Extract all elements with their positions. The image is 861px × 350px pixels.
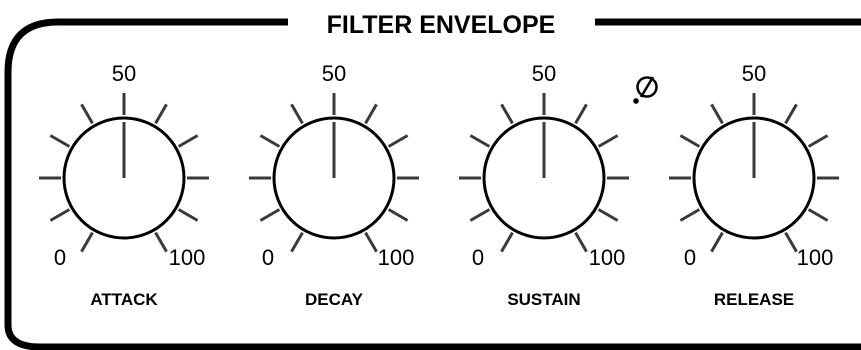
sustain-scale-tick xyxy=(597,134,619,148)
release-scale-tick xyxy=(679,134,701,148)
decay-scale-min: 0 xyxy=(262,245,274,270)
decay-scale-tick xyxy=(290,103,304,125)
attack-scale-tick xyxy=(154,103,168,125)
sustain-scale-mid: 50 xyxy=(532,61,556,86)
knob-sustain: 0 50 100 SUSTAIN xyxy=(459,61,629,309)
decay-scale-mid: 50 xyxy=(322,61,346,86)
attack-scale-tick xyxy=(49,134,71,148)
attack-scale-tick xyxy=(154,231,168,253)
attack-scale-tick xyxy=(80,231,94,253)
attack-scale-tick xyxy=(80,103,94,125)
release-scale-tick xyxy=(807,208,829,222)
release-scale-tick xyxy=(679,208,701,222)
knob-attack: 0 50 100 ATTACK xyxy=(39,61,209,309)
sustain-label: SUSTAIN xyxy=(507,290,580,309)
decay-label: DECAY xyxy=(305,290,364,309)
release-scale-tick xyxy=(784,103,798,125)
filter-envelope-panel: FILTER ENVELOPE 0 50 100 ATTACK 0 50 100… xyxy=(4,11,861,350)
attack-scale-max: 100 xyxy=(169,245,206,270)
release-scale-tick xyxy=(784,231,798,253)
sustain-scale-tick xyxy=(500,231,514,253)
decay-scale-max: 100 xyxy=(378,245,415,270)
attack-scale-min: 0 xyxy=(54,245,66,270)
trimmer-screw-icon[interactable] xyxy=(633,76,658,104)
knob-decay: 0 50 100 DECAY xyxy=(249,61,419,309)
release-scale-tick xyxy=(710,103,724,125)
release-scale-max: 100 xyxy=(797,245,834,270)
release-label: RELEASE xyxy=(714,290,794,309)
release-scale-min: 0 xyxy=(684,245,696,270)
decay-scale-tick xyxy=(259,208,281,222)
sustain-scale-min: 0 xyxy=(472,245,484,270)
sustain-scale-tick xyxy=(597,208,619,222)
sustain-scale-tick xyxy=(500,103,514,125)
knob-release: 0 50 100 RELEASE xyxy=(669,61,839,309)
release-scale-mid: 50 xyxy=(742,61,766,86)
attack-scale-tick xyxy=(49,208,71,222)
decay-scale-tick xyxy=(290,231,304,253)
sustain-scale-tick xyxy=(469,134,491,148)
sustain-scale-max: 100 xyxy=(589,245,626,270)
sustain-scale-tick xyxy=(469,208,491,222)
attack-scale-tick xyxy=(177,208,199,222)
attack-scale-tick xyxy=(177,134,199,148)
sustain-scale-tick xyxy=(574,103,588,125)
decay-scale-tick xyxy=(364,103,378,125)
panel-title: FILTER ENVELOPE xyxy=(327,11,556,39)
release-scale-tick xyxy=(710,231,724,253)
sustain-scale-tick xyxy=(574,231,588,253)
decay-scale-tick xyxy=(259,134,281,148)
decay-scale-tick xyxy=(387,208,409,222)
decay-scale-tick xyxy=(387,134,409,148)
decay-scale-tick xyxy=(364,231,378,253)
attack-scale-mid: 50 xyxy=(112,61,136,86)
attack-label: ATTACK xyxy=(90,290,158,309)
release-scale-tick xyxy=(807,134,829,148)
